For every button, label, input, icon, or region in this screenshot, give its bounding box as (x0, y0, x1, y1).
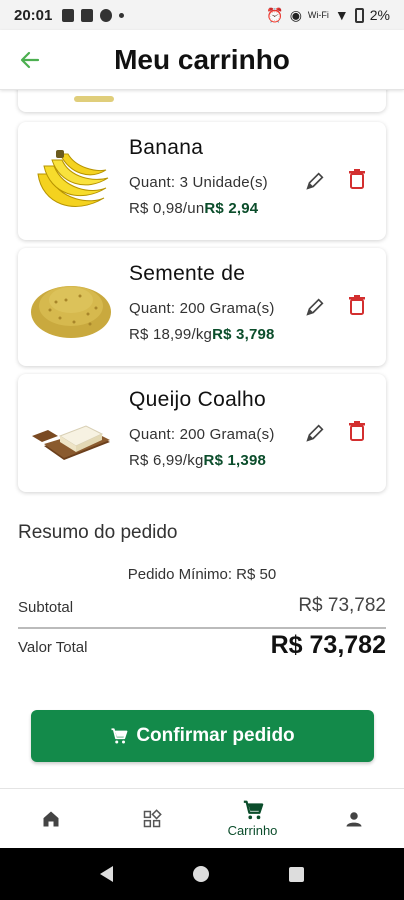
signal-icon: ▼ (334, 7, 349, 23)
seeds-image (31, 286, 111, 338)
item-total: R$ 3,798 (212, 326, 275, 343)
confirm-order-button[interactable]: Confirmar pedido (31, 710, 374, 762)
nav-categories[interactable] (101, 789, 202, 848)
product-name: Queijo Coalho (129, 388, 266, 411)
trash-icon[interactable] (348, 294, 366, 316)
nav-cart[interactable]: Carrinho (202, 789, 303, 848)
confirm-order-label: Confirmar pedido (136, 725, 295, 746)
summary-title: Resumo do pedido (18, 522, 178, 543)
cart-item[interactable]: Queijo Coalho Quant: 200 Grama(s) R$ 6,9… (18, 374, 386, 492)
chat-icon (100, 8, 113, 22)
arrow-left-icon (20, 51, 40, 69)
app-bar: Meu carrinho (0, 30, 404, 90)
cart-content[interactable]: Banana Quant: 3 Unidade(s) R$ 0,98/unR$ … (0, 90, 404, 788)
nav-home[interactable] (0, 789, 101, 848)
cart-item[interactable]: Banana Quant: 3 Unidade(s) R$ 0,98/unR$ … (18, 122, 386, 240)
cart-icon (243, 800, 263, 820)
item-total: R$ 1,398 (203, 452, 267, 469)
trash-icon[interactable] (348, 168, 366, 190)
nav-cart-label: Carrinho (227, 823, 278, 838)
screen: 20:01 ⏰ ◉ Wi-Fi ▼ 2% Meu carrinho Banana… (0, 0, 404, 900)
cart-item[interactable]: Semente de Quant: 200 Grama(s) R$ 18,99/… (18, 248, 386, 366)
image-icon (81, 8, 94, 22)
trash-icon[interactable] (348, 420, 366, 442)
summary-divider (18, 627, 386, 629)
system-recents-icon[interactable] (289, 866, 304, 882)
alarm-icon: ⏰ (266, 6, 284, 23)
unit-price: R$ 0,98/un (129, 200, 205, 217)
notification-icons (62, 8, 125, 22)
nav-profile[interactable] (303, 789, 404, 848)
price-line: R$ 18,99/kgR$ 3,798 (129, 326, 275, 343)
status-bar: 20:01 ⏰ ◉ Wi-Fi ▼ 2% (0, 0, 404, 30)
more-dot-icon (119, 12, 125, 18)
unit-price: R$ 6,99/kg (129, 452, 204, 469)
cart-item-partial[interactable] (18, 90, 386, 112)
product-quantity: Quant: 3 Unidade(s) (129, 174, 268, 191)
sim-icon (62, 8, 75, 22)
edit-icon[interactable] (304, 422, 326, 444)
product-name: Semente de (129, 262, 246, 285)
back-button[interactable] (14, 44, 46, 76)
wifi-label: Wi-Fi (307, 10, 329, 20)
item-total: R$ 2,94 (204, 200, 259, 217)
product-name: Banana (129, 136, 204, 159)
total-label: Valor Total (18, 639, 88, 656)
profile-icon (346, 811, 361, 826)
cheese-image (32, 425, 110, 460)
bottom-nav: Carrinho (0, 788, 404, 848)
product-quantity: Quant: 200 Grama(s) (129, 426, 275, 443)
system-icons: ⏰ ◉ Wi-Fi ▼ 2% (266, 7, 390, 24)
product-quantity: Quant: 200 Grama(s) (129, 300, 275, 317)
home-icon (43, 811, 58, 826)
product-image-partial (74, 96, 114, 102)
subtotal-value: R$ 73,782 (298, 595, 386, 616)
unit-price: R$ 18,99/kg (129, 326, 213, 343)
page-title: Meu carrinho (114, 43, 290, 75)
categories-icon (143, 808, 162, 827)
total-value: R$ 73,782 (270, 631, 386, 659)
subtotal-label: Subtotal (18, 599, 74, 616)
system-home-icon[interactable] (193, 866, 209, 882)
status-time: 20:01 (14, 6, 53, 24)
banana-image (37, 150, 109, 207)
system-back-icon[interactable] (100, 866, 113, 882)
battery-icon (354, 7, 364, 23)
battery-percent: 2% (369, 7, 390, 23)
system-nav-bar (0, 848, 404, 900)
edit-icon[interactable] (304, 296, 326, 318)
cart-icon (111, 728, 128, 744)
min-order-text: Pedido Mínimo: R$ 50 (127, 566, 277, 583)
eye-icon: ◉ (289, 6, 302, 23)
price-line: R$ 0,98/unR$ 2,94 (129, 200, 258, 217)
edit-icon[interactable] (304, 170, 326, 192)
price-line: R$ 6,99/kgR$ 1,398 (129, 452, 266, 469)
